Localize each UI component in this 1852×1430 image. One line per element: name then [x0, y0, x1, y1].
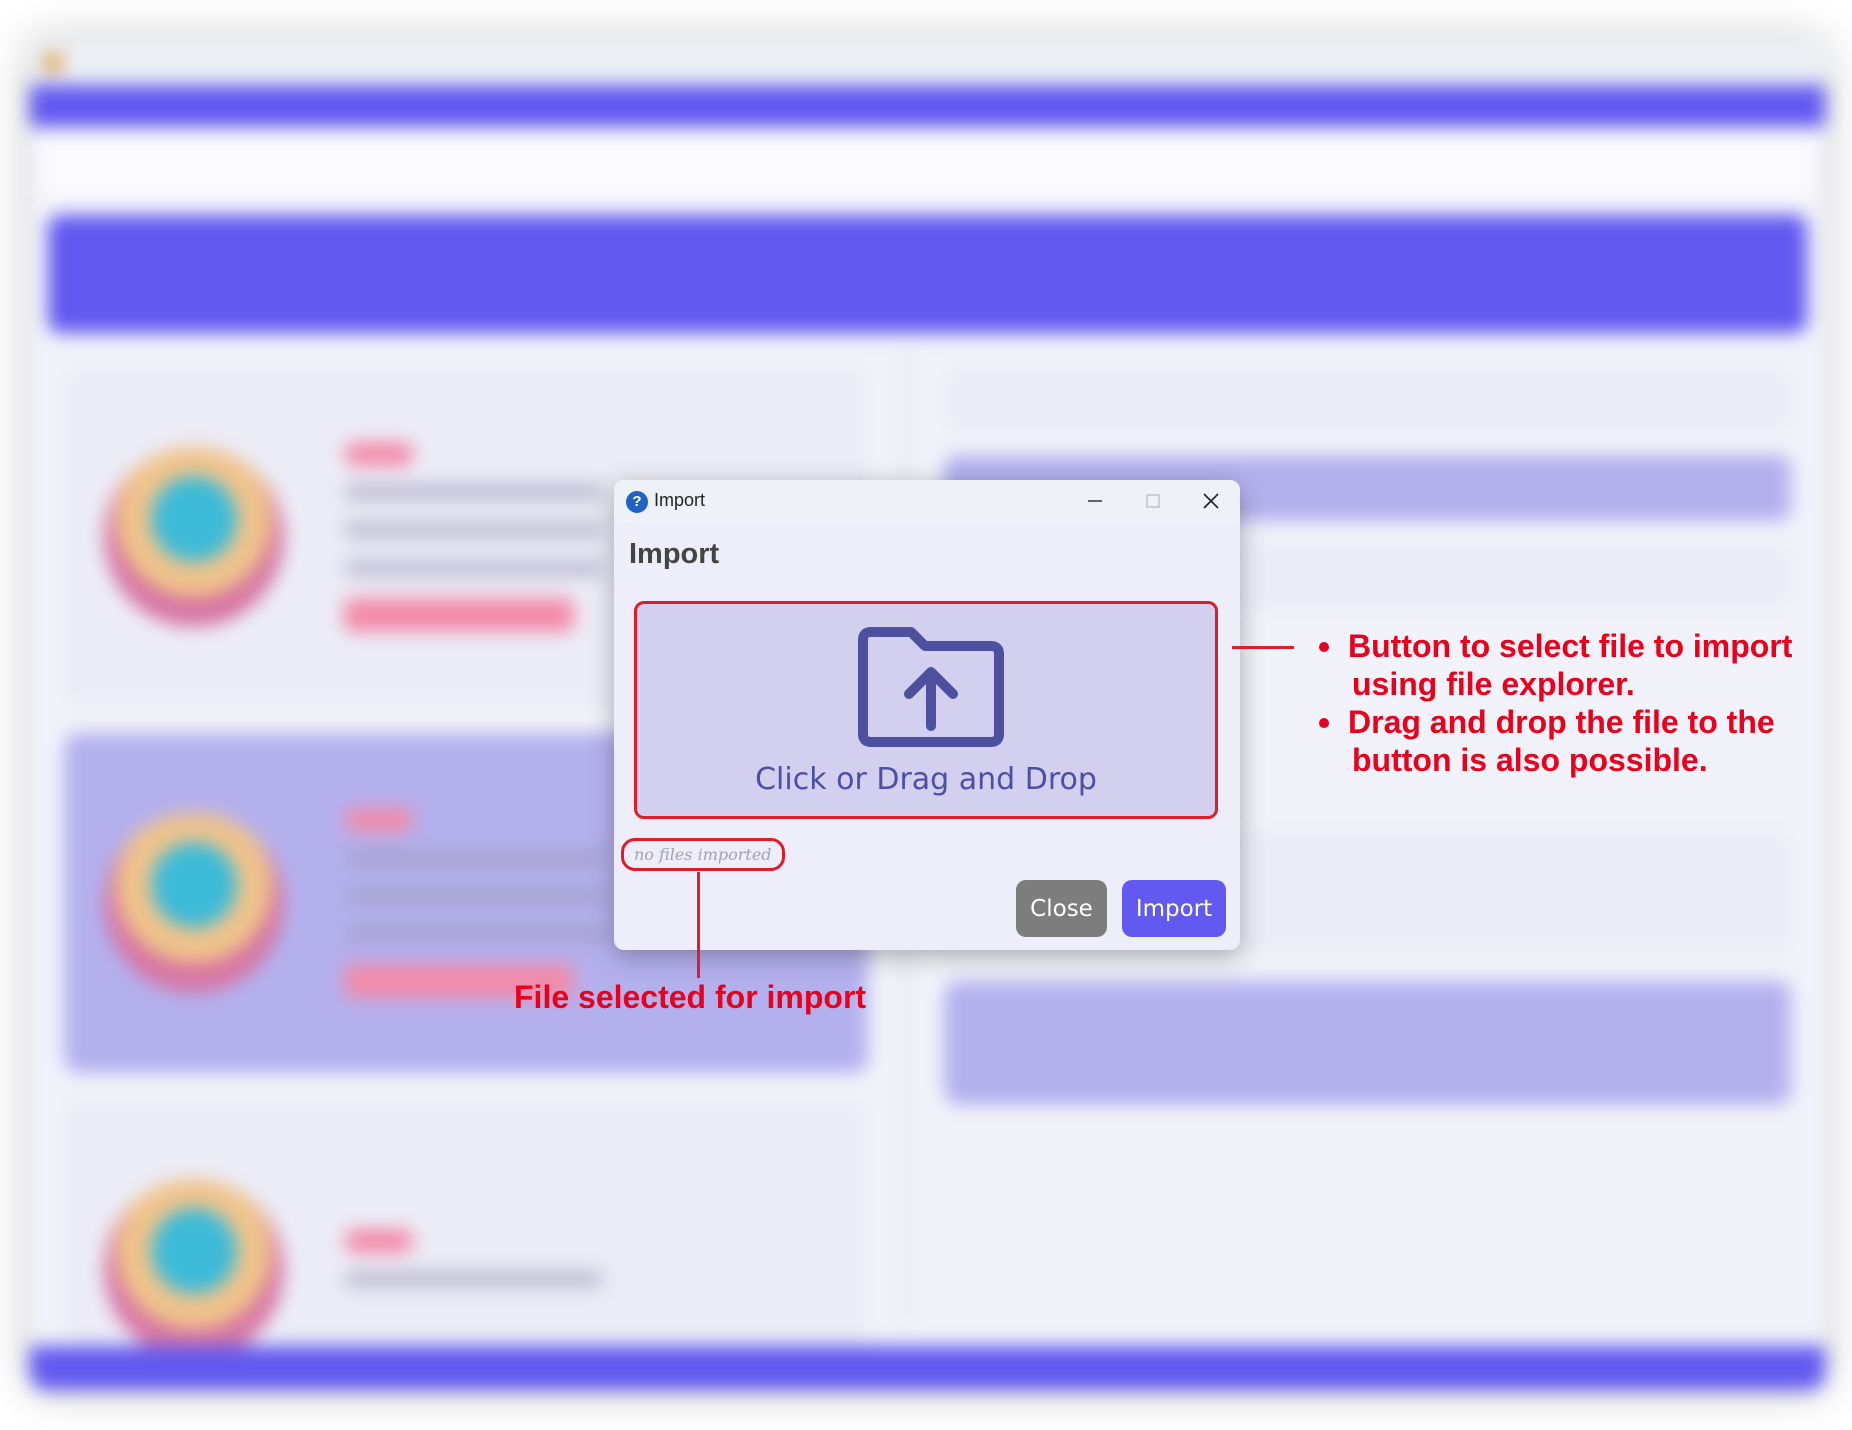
background-menubar — [30, 85, 1825, 127]
dialog-titlebar[interactable]: ? Import — [614, 480, 1240, 522]
dropzone-label: Click or Drag and Drop — [755, 762, 1097, 797]
file-status-label: no files imported — [621, 838, 785, 871]
background-task-item — [944, 367, 1791, 433]
import-dialog: ? Import Import Click or Drag and Drop n… — [614, 480, 1240, 950]
help-icon: ? — [626, 491, 648, 513]
background-avatar — [104, 813, 284, 993]
file-status-annotation: File selected for import — [514, 979, 867, 1015]
file-dropzone-button[interactable]: Click or Drag and Drop — [634, 601, 1218, 819]
annotation-bullet: Button to select file to import — [1314, 627, 1792, 665]
background-avatar — [104, 1179, 284, 1359]
file-status-annotation-connector — [697, 872, 700, 978]
background-score-item — [944, 981, 1791, 1105]
maximize-button[interactable] — [1124, 480, 1182, 522]
dialog-window-title: Import — [654, 490, 706, 510]
folder-upload-icon — [858, 627, 1004, 747]
close-icon — [1203, 493, 1219, 509]
annotation-bullet-continuation: using file explorer. — [1352, 666, 1635, 702]
background-app-icon — [44, 53, 62, 72]
import-button[interactable]: Import — [1122, 880, 1226, 937]
dialog-heading: Import — [629, 538, 720, 570]
minimize-icon — [1088, 500, 1102, 502]
close-button[interactable]: Close — [1016, 880, 1107, 937]
minimize-button[interactable] — [1066, 480, 1124, 522]
annotation-bullet: Drag and drop the file to the — [1314, 703, 1792, 741]
background-result-display — [48, 215, 1807, 333]
background-titlebar — [30, 40, 1825, 85]
background-statusbar — [30, 1346, 1825, 1390]
close-window-button[interactable] — [1182, 480, 1240, 522]
annotation-bullet-continuation: button is also possible. — [1352, 742, 1708, 778]
background-avatar — [104, 447, 284, 627]
background-command-box — [40, 137, 1815, 197]
maximize-icon — [1146, 494, 1160, 508]
dropzone-annotation-connector — [1232, 646, 1294, 649]
dropzone-annotation: Button to select file to import using fi… — [1314, 627, 1792, 779]
